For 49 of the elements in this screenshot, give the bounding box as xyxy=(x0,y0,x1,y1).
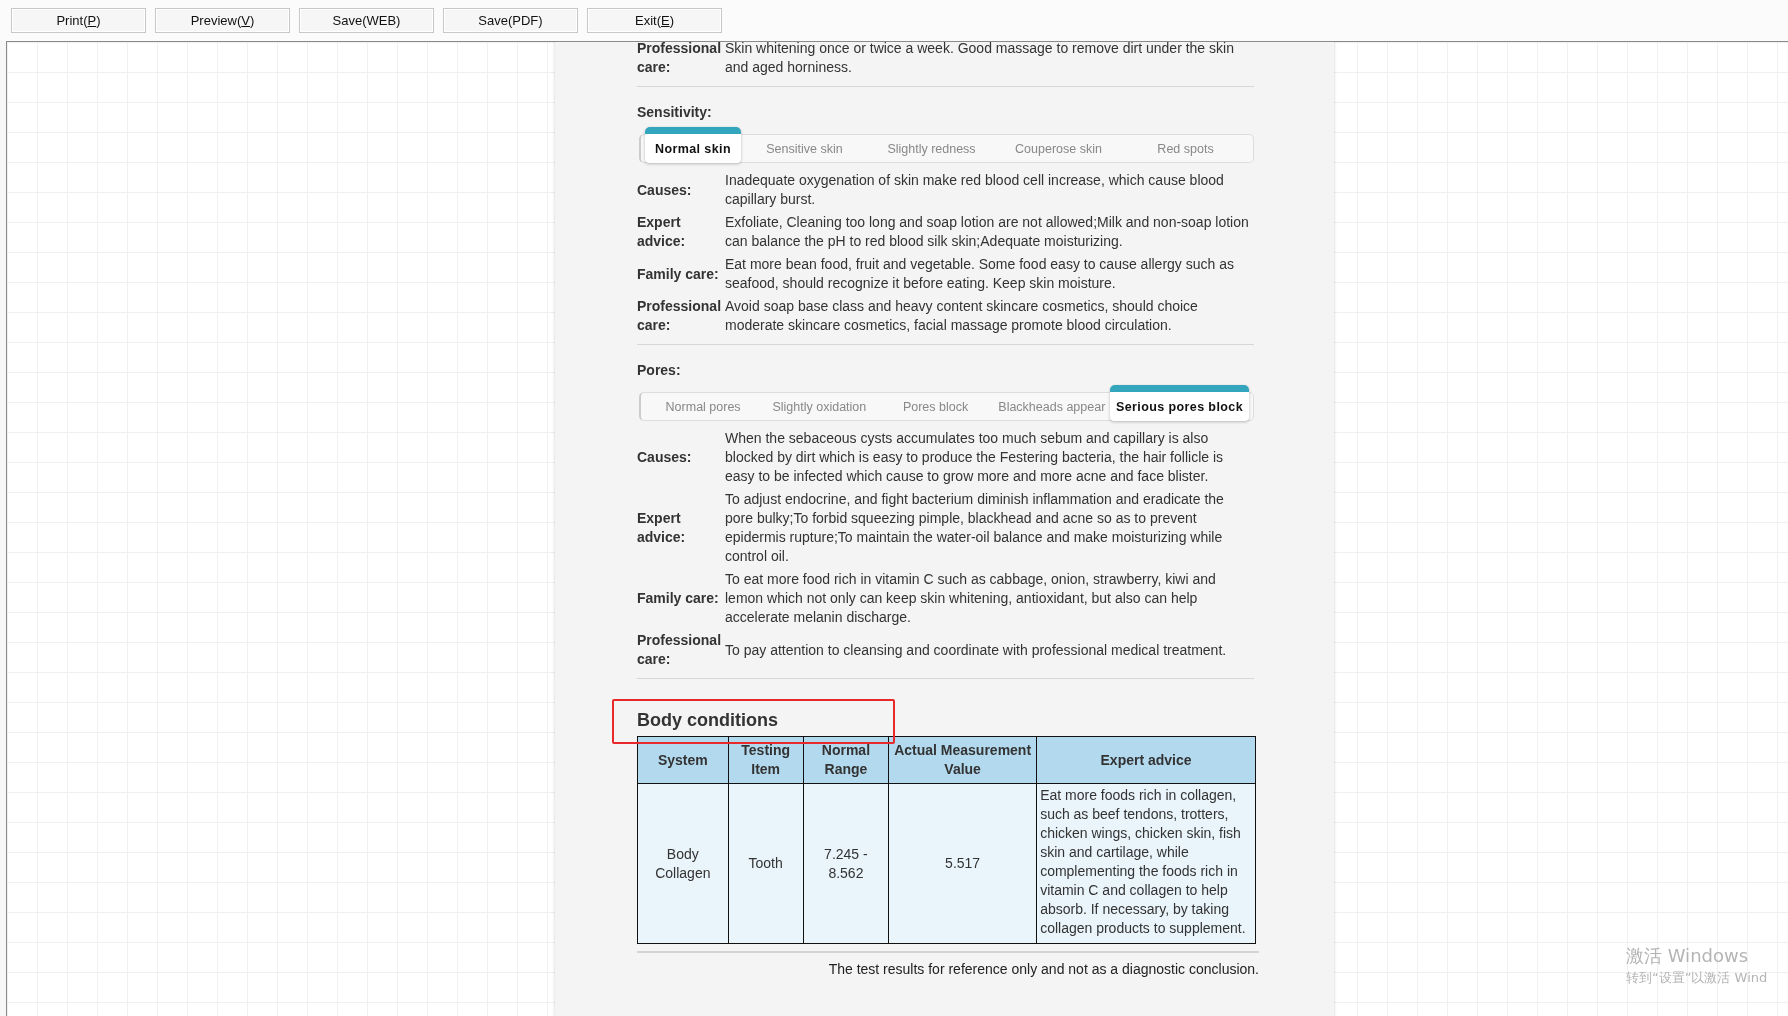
section-title: Sensitivity: xyxy=(637,104,713,120)
activation-title: 激活 Windows xyxy=(1626,944,1750,968)
disclaimer-text: The test results for reference only and not as a diagnostic conclusion. xyxy=(828,961,1259,977)
tab[interactable]: Couperose skin xyxy=(995,135,1122,162)
table-cell: Eat more foods rich in collagen, such as beef tendons, trotters, chicken wings, chicken skin, fish skin and cartilage, while complementing the foods rich in vitamin C and collagen to help absorb. If necessary, by taking collagen products to supplement. xyxy=(1036,783,1256,944)
row-label: Causes: xyxy=(637,448,693,467)
toolbar-button[interactable]: Save(PDF) xyxy=(443,8,578,33)
advice-text: To pay attention to cleansing and coordinate with professional medical treatment. xyxy=(725,640,1228,660)
table-cell: 5.517 xyxy=(888,783,1037,944)
tab[interactable]: Slightly redness xyxy=(868,135,995,162)
tab[interactable]: Slightly oxidation xyxy=(761,393,878,420)
table-cell: Body Collagen xyxy=(637,783,729,944)
row-label: Causes: xyxy=(637,180,693,200)
table-cell: Tooth xyxy=(728,783,804,944)
advice-text: To eat more food rich in vitamin C such as cabbage, onion, strawberry, kiwi and lemon which not only can keep skin whitening, antioxidant, but also can help accelerate melanin discharge. xyxy=(725,570,1217,627)
tab[interactable]: Normal pores xyxy=(645,393,762,420)
column-header: Expert advice xyxy=(1036,736,1256,784)
row-label: Professional care: xyxy=(637,297,723,335)
row-label: Family care: xyxy=(637,264,720,284)
advice-text: When the sebaceous cysts accumulates too much sebum and capillary is also blocked by dirt which is easy to produce the Festering bacteria, the hair follicle is easy to be infected which cause to grow more and more acne and face blister. xyxy=(725,429,1225,486)
tab[interactable]: Pores block xyxy=(877,393,994,420)
toolbar-button[interactable]: Print(P) xyxy=(11,8,146,33)
section-title: Pores: xyxy=(637,362,682,378)
row-label: Professional care: xyxy=(637,42,723,77)
advice-text: Exfoliate, Cleaning too long and soap lotion are not allowed;Milk and non-soap lotion can balance the pH to red blood silk skin;Adequate moisturizing. xyxy=(725,213,1250,251)
column-header: Actual Measurement Value xyxy=(888,736,1037,784)
column-header: System xyxy=(637,736,729,784)
row-label: Expert advice: xyxy=(637,509,687,547)
toolbar-button[interactable]: Preview(V) xyxy=(155,8,290,33)
advice-text: Inadequate oxygenation of skin make red blood cell increase, which cause blood capillary burst. xyxy=(725,171,1225,209)
tab[interactable]: Serious pores block xyxy=(1109,385,1250,421)
toolbar-button[interactable]: Save(WEB) xyxy=(299,8,434,33)
toolbar-button[interactable]: Exit(E) xyxy=(587,8,722,33)
row-label: Professional care: xyxy=(637,631,723,669)
advice-text: Avoid soap base class and heavy content skincare cosmetics, should choice moderate skincare cosmetics, facial massage promote blood circulation. xyxy=(725,297,1199,335)
row-label: Family care: xyxy=(637,589,720,608)
activation-hint: 转到“设置”以激活 Wind xyxy=(1626,969,1768,987)
tab[interactable]: Blackheads appear xyxy=(993,393,1110,420)
section-heading: Body conditions xyxy=(637,709,779,731)
tab[interactable]: Sensitive skin xyxy=(741,135,868,162)
advice-text: Skin whitening once or twice a week. Good massage to remove dirt under the skin and aged horniness. xyxy=(725,42,1235,77)
tab[interactable]: Red spots xyxy=(1122,135,1249,162)
tab[interactable]: Normal skin xyxy=(645,127,741,163)
table-cell: 7.245 - 8.562 xyxy=(803,783,889,944)
advice-text: To adjust endocrine, and fight bacterium diminish inflammation and eradicate the pore bulky;To forbid squeezing pimple, blackhead and acne so as to prevent epidermis rupture;To maintain the water-oil balance and make moisturizing while control oil. xyxy=(725,490,1225,566)
column-header: Normal Range xyxy=(803,736,889,784)
row-label: Expert advice: xyxy=(637,213,687,251)
advice-text: Eat more bean food, fruit and vegetable. Some food easy to cause allergy such as seafood, should recognize it before eating. Keep skin moisture. xyxy=(725,255,1235,293)
column-header: Testing Item xyxy=(728,736,804,784)
